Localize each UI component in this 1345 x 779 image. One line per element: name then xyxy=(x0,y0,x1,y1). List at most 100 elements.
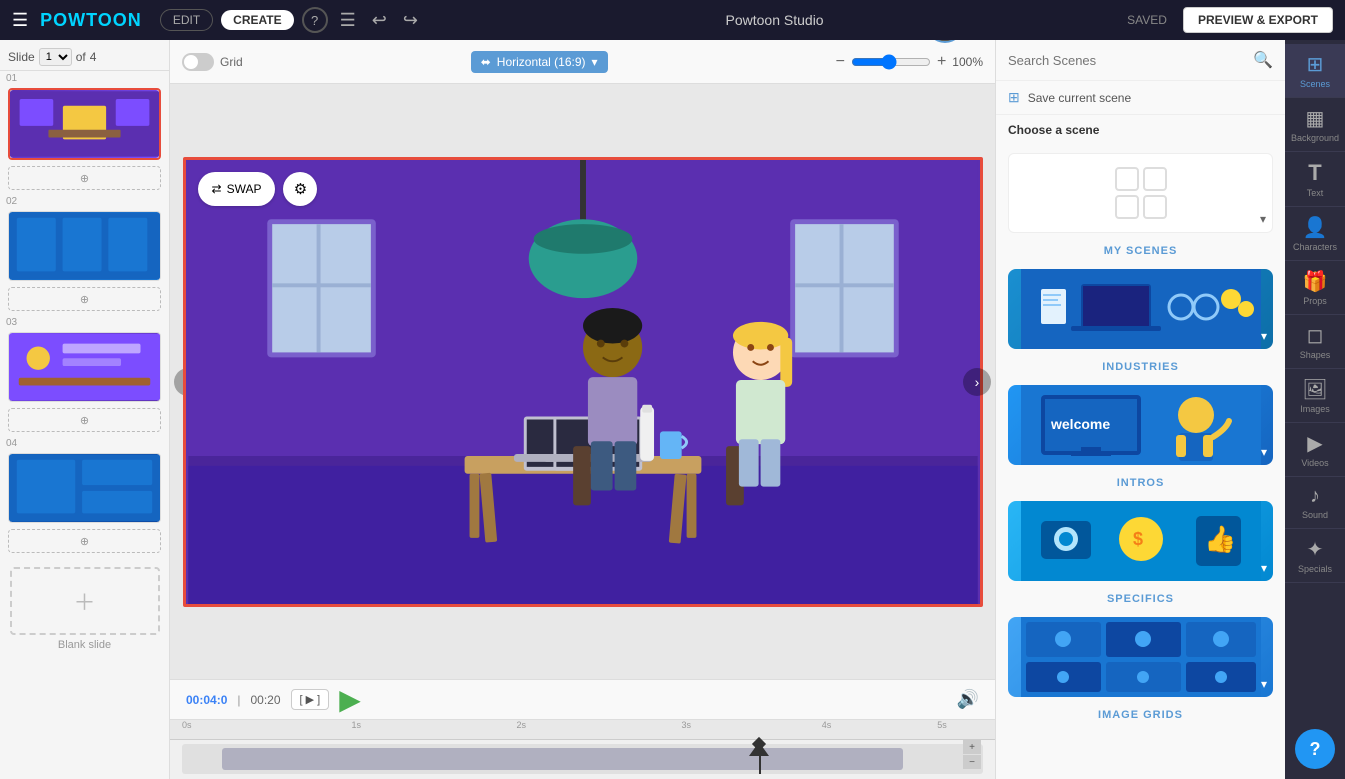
my-scenes-placeholder: ▾ xyxy=(1008,153,1273,233)
zoom-in-button[interactable]: + xyxy=(937,53,946,71)
sound-tool-icon: ♪ xyxy=(1310,485,1320,508)
slide-add-btn-3[interactable]: ⊕ xyxy=(8,408,161,432)
settings-button[interactable]: ⚙ xyxy=(283,172,317,206)
timeline-zoom-out[interactable]: − xyxy=(963,755,981,769)
svg-text:welcome: welcome xyxy=(1050,416,1110,432)
slide-thumb-3[interactable] xyxy=(8,332,161,402)
app-title: Powtoon Studio xyxy=(430,12,1119,28)
tool-props[interactable]: 🎁 Props xyxy=(1285,261,1345,315)
grid-label: Grid xyxy=(220,55,243,69)
specifics-label: SPECIFICS xyxy=(996,589,1285,613)
orientation-dropdown-icon: ▾ xyxy=(592,55,598,69)
slide-number-4: 04 xyxy=(0,436,169,451)
canvas-wrapper: ‹ xyxy=(170,84,995,679)
canvas-frame[interactable]: ⇄ SWAP ⚙ xyxy=(183,157,983,607)
scenes-tool-label: Scenes xyxy=(1300,79,1330,89)
intros-label: INTROS xyxy=(996,473,1285,497)
slide-number-2: 02 xyxy=(0,194,169,209)
shapes-tool-icon: ◻ xyxy=(1307,323,1324,348)
canvas-nav-right[interactable]: › xyxy=(963,368,991,396)
hamburger-icon[interactable]: ☰ xyxy=(12,10,28,31)
image-grids-label: IMAGE GRIDS xyxy=(996,705,1285,729)
zoom-slider[interactable] xyxy=(851,54,931,70)
zoom-out-button[interactable]: − xyxy=(836,53,845,71)
search-button[interactable]: 🔍 xyxy=(1253,50,1273,70)
orientation-button[interactable]: ⬌ Horizontal (16:9) ▾ xyxy=(471,51,608,73)
slide-number-1: 01 xyxy=(0,71,169,86)
timeline-track[interactable] xyxy=(182,744,983,774)
swap-button[interactable]: ⇄ SWAP xyxy=(198,172,276,206)
slide-add-btn-1[interactable]: ⊕ xyxy=(8,166,161,190)
tool-sound[interactable]: ♪ Sound xyxy=(1285,477,1345,529)
tool-videos[interactable]: ▶ Videos xyxy=(1285,423,1345,477)
tool-shapes[interactable]: ◻ Shapes xyxy=(1285,315,1345,369)
tool-specials[interactable]: ✦ Specials xyxy=(1285,529,1345,583)
text-tool-label: Text xyxy=(1307,188,1324,198)
text-tool-icon: T xyxy=(1308,160,1321,186)
svg-text:$: $ xyxy=(1133,529,1143,549)
slide-add-btn-2[interactable]: ⊕ xyxy=(8,287,161,311)
slide-thumb-4[interactable] xyxy=(8,453,161,523)
volume-icon[interactable]: 🔊 xyxy=(957,689,979,710)
slide-number-3: 03 xyxy=(0,315,169,330)
timeline-zoom-in[interactable]: + xyxy=(963,740,981,754)
scenes-search-input[interactable] xyxy=(1008,53,1245,68)
shapes-tool-label: Shapes xyxy=(1300,350,1331,360)
total-time: 00:20 xyxy=(251,693,281,707)
tool-scenes[interactable]: ⊞ Scenes xyxy=(1285,44,1345,98)
undo-icon[interactable]: ↩ xyxy=(368,10,391,31)
slide-row-2: 02 ⊕ xyxy=(0,194,169,315)
scene-category-specifics[interactable]: $ 👍 ▾ xyxy=(1008,501,1273,581)
saved-label: SAVED xyxy=(1127,13,1167,27)
edit-button[interactable]: EDIT xyxy=(160,9,213,31)
images-tool-icon: 🖼 xyxy=(1302,377,1327,402)
redo-icon[interactable]: ↪ xyxy=(399,10,422,31)
template-icon[interactable]: ☰ xyxy=(336,10,360,31)
props-tool-label: Props xyxy=(1303,296,1327,306)
frame-step-button[interactable]: [ ▶ ] xyxy=(291,689,330,710)
slide-thumb-1[interactable] xyxy=(8,88,161,160)
right-panel: 🔍 ⊞ Save current scene Choose a scene ▾ xyxy=(995,40,1285,779)
zoom-control: − + 100% xyxy=(836,53,983,71)
help-circle-button[interactable]: ? xyxy=(1295,729,1335,769)
topbar: ☰ POWTOON EDIT CREATE ? ☰ ↩ ↪ Powtoon St… xyxy=(0,0,1345,40)
swap-label: SWAP xyxy=(227,182,262,196)
save-scene-icon: ⊞ xyxy=(1008,89,1020,106)
of-label: of xyxy=(76,50,86,64)
play-button[interactable]: ▶ xyxy=(339,683,361,716)
characters-tool-label: Characters xyxy=(1293,242,1337,252)
scene-category-image-grids[interactable]: ▾ xyxy=(1008,617,1273,697)
tool-text[interactable]: T Text xyxy=(1285,152,1345,207)
tool-background[interactable]: ▦ Background xyxy=(1285,98,1345,152)
background-tool-icon: ▦ xyxy=(1306,106,1325,131)
save-scene-row[interactable]: ⊞ Save current scene xyxy=(996,81,1285,115)
scene-category-intros[interactable]: welcome ▾ xyxy=(1008,385,1273,465)
scene-controls: ⇄ SWAP ⚙ xyxy=(198,172,318,206)
zoom-value: 100% xyxy=(952,55,983,69)
tool-images[interactable]: 🖼 Images xyxy=(1285,369,1345,423)
slide-row-1: 01 ⊕ xyxy=(0,71,169,194)
save-scene-label: Save current scene xyxy=(1028,91,1131,105)
app-logo: POWTOON xyxy=(40,10,142,31)
slides-panel: Slide 1234 of 4 01 xyxy=(0,40,170,779)
playback-bar: 00:04:0 | 00:20 [ ▶ ] ▶ 🔊 xyxy=(170,679,995,719)
specials-tool-icon: ✦ xyxy=(1307,537,1324,562)
slide-number-select[interactable]: 1234 xyxy=(39,48,72,66)
time-separator: | xyxy=(237,693,240,707)
scene-category-industries[interactable]: ▾ xyxy=(1008,269,1273,349)
videos-tool-label: Videos xyxy=(1301,458,1328,468)
characters-tool-icon: 👤 xyxy=(1303,215,1328,240)
blank-slide-area[interactable]: ＋ Blank slide xyxy=(0,557,169,661)
specials-tool-label: Specials xyxy=(1298,564,1332,574)
help-button[interactable]: ? xyxy=(302,7,328,33)
grid-toggle[interactable]: Grid xyxy=(182,53,243,71)
current-time: 00:04:0 xyxy=(186,693,227,707)
timeline: 0s 1s 2s 3s 4s 5s ⬜ xyxy=(170,719,995,779)
slide-thumb-2[interactable] xyxy=(8,211,161,281)
total-slides: 4 xyxy=(90,50,97,64)
create-button[interactable]: CREATE xyxy=(221,10,293,30)
slide-add-btn-4[interactable]: ⊕ xyxy=(8,529,161,553)
preview-export-button[interactable]: PREVIEW & EXPORT xyxy=(1183,7,1333,33)
tool-characters[interactable]: 👤 Characters xyxy=(1285,207,1345,261)
scenes-panel: 🔍 ⊞ Save current scene Choose a scene ▾ xyxy=(996,40,1285,779)
